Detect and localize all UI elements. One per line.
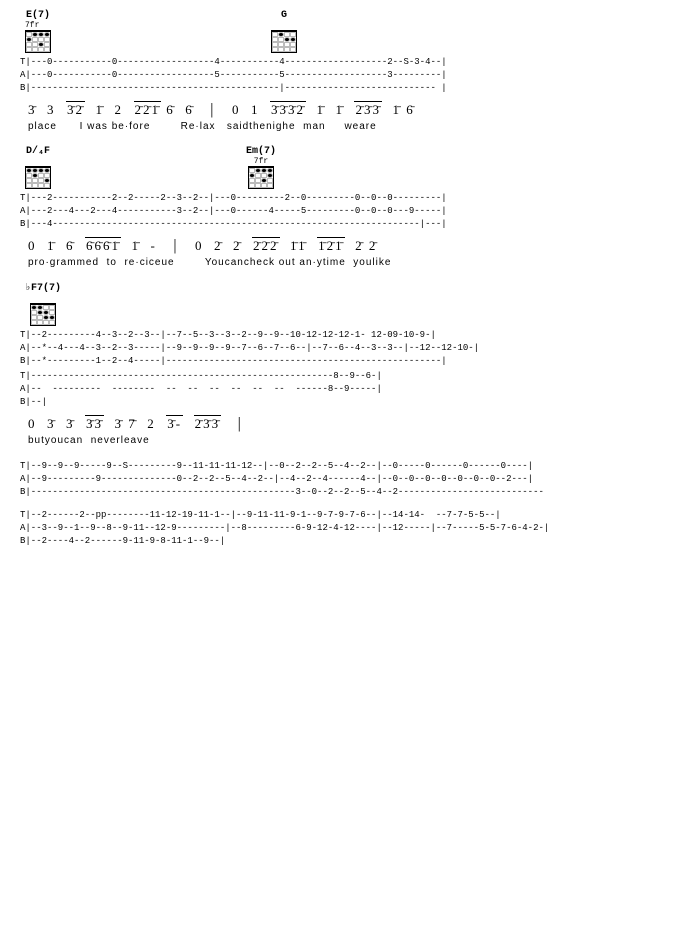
chord-em7-name: Em(7) — [246, 146, 276, 157]
chord-em7: Em(7) 7fr — [246, 146, 276, 189]
tab-staff-4: T|--9--9--9-----9--S---------9--11-11-11… — [20, 460, 656, 499]
notes-section-1: 3̄ 3 3̄2̄ 1̄ 2 2̄2̄1̄ 6̄ 6̄ | 0 1 3̄3̄3̄… — [20, 97, 656, 136]
chord-f7-grid — [30, 303, 56, 326]
chord-d4f-grid — [25, 166, 51, 189]
section-1: E(7) 7fr G — [20, 10, 656, 136]
page: E(7) 7fr G — [0, 0, 676, 568]
tab-staff-3a: T|--2---------4--3--2--3--|--7--5--3--3-… — [20, 329, 656, 368]
chord-f7: ♭F7(7) — [25, 282, 61, 326]
chord-d4f: D/₄F — [25, 146, 51, 189]
notes-section-3: 0 3̄ 3̄ 3̄3̄ 3̄ 7̄ 2 3̄- 2̄3̄3̄ | butyou… — [20, 411, 656, 450]
section-2: D/₄F Em(7) 7fr — [20, 146, 656, 272]
chord-f7-name: ♭F7(7) — [25, 282, 61, 294]
lyrics-text-2: pro·grammed to re·ciceue Youcancheck out… — [28, 257, 648, 268]
notes-section-2: 0 1̄ 6̄ 6̄6̄6̄1̄ 1̄ - | 0 2̄ 2̄ 2̄2̄2̄ 1… — [20, 233, 656, 272]
chord-em7-grid — [248, 166, 274, 189]
chord-g-grid — [271, 30, 297, 53]
chord-e7: E(7) 7fr — [25, 10, 51, 53]
section-3: ♭F7(7) T|--2---------4--3--2--3--|--7--5… — [20, 282, 656, 450]
notes-text-2: 0 1̄ 6̄ 6̄6̄6̄1̄ 1̄ - | 0 2̄ 2̄ 2̄2̄2̄ 1… — [28, 237, 648, 255]
lyrics-text-1: place I was be·fore Re·lax saidthenighe … — [28, 121, 648, 132]
tab-staff-2: T|---2-----------2--2-----2--3--2--|---0… — [20, 192, 656, 231]
section-4: T|--9--9--9-----9--S---------9--11-11-11… — [20, 460, 656, 499]
chord-e7-name: E(7) — [26, 10, 50, 21]
section-5: T|--2------2--pp--------11-12-19-11-1--|… — [20, 509, 656, 548]
tab-staff-1: T|---0-----------0------------------4---… — [20, 56, 656, 95]
tab-staff-5: T|--2------2--pp--------11-12-19-11-1--|… — [20, 509, 656, 548]
lyrics-text-3: butyoucan neverleave — [28, 435, 648, 446]
chord-g-name: G — [281, 10, 287, 21]
chord-d4f-name: D/₄F — [26, 146, 50, 157]
tab-staff-3b: T|--------------------------------------… — [20, 370, 656, 409]
notes-text-3: 0 3̄ 3̄ 3̄3̄ 3̄ 7̄ 2 3̄- 2̄3̄3̄ | — [28, 415, 648, 433]
chord-e7-grid — [25, 30, 51, 53]
notes-text-1: 3̄ 3 3̄2̄ 1̄ 2 2̄2̄1̄ 6̄ 6̄ | 0 1 3̄3̄3̄… — [28, 101, 648, 119]
chord-g: G — [271, 10, 297, 53]
